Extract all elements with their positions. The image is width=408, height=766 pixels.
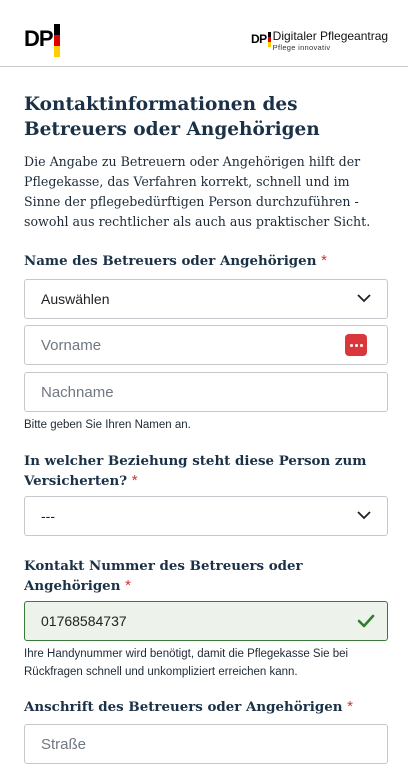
dp-logo[interactable]: DP — [24, 24, 60, 57]
required-mark: * — [321, 252, 327, 269]
chevron-down-icon — [357, 511, 371, 520]
section-intro: Kontaktinformationen des Betreuers oder … — [24, 92, 388, 232]
salutation-value: Auswählen — [41, 291, 110, 307]
name-label-text: Name des Betreuers oder Angehörigen — [24, 253, 317, 269]
salutation-select[interactable]: Auswählen — [24, 279, 388, 319]
address-label: Anschrift des Betreuers oder Angehörigen… — [24, 697, 388, 717]
password-manager-icon[interactable] — [345, 334, 367, 356]
relation-label: In welcher Beziehung steht diese Person … — [24, 451, 388, 491]
name-label: Name des Betreuers oder Angehörigen * — [24, 251, 388, 271]
lastname-placeholder: Nachname — [41, 383, 114, 401]
logo-text: DP — [24, 26, 54, 51]
relation-value: --- — [41, 508, 55, 524]
phone-label-text: Kontakt Nummer des Betreuers oder Angehö… — [24, 558, 303, 594]
relation-select[interactable]: --- — [24, 496, 388, 536]
required-mark: * — [347, 698, 353, 715]
brand-logo[interactable]: DP Digitaler Pflegeantrag Pflege innovat… — [251, 29, 389, 53]
required-mark: * — [125, 577, 131, 594]
brand-logo-text: DP — [251, 32, 267, 46]
german-flag-icon — [53, 24, 60, 57]
street-input[interactable]: Straße — [24, 724, 388, 764]
phone-label: Kontakt Nummer des Betreuers oder Angehö… — [24, 556, 388, 596]
phone-input[interactable]: 01768584737 — [24, 601, 388, 641]
app-header: DP DP Digitaler Pflegeantrag Pflege inno… — [0, 0, 408, 67]
phone-value: 01768584737 — [41, 613, 127, 629]
german-flag-small-icon — [267, 32, 271, 47]
lastname-input[interactable]: Nachname — [24, 372, 388, 412]
brand-title: Digitaler Pflegeantrag — [272, 29, 389, 43]
page-title: Kontaktinformationen des Betreuers oder … — [24, 94, 320, 140]
check-icon — [357, 614, 375, 628]
relation-label-text: In welcher Beziehung steht diese Person … — [24, 453, 367, 489]
intro-text: Die Angabe zu Betreuern oder Angehörigen… — [24, 154, 371, 229]
firstname-input[interactable]: Vorname — [24, 325, 388, 365]
brand-subtitle: Pflege innovativ — [272, 43, 331, 52]
chevron-down-icon — [357, 294, 371, 303]
firstname-placeholder: Vorname — [41, 336, 102, 354]
street-placeholder: Straße — [41, 735, 87, 753]
address-label-text: Anschrift des Betreuers oder Angehörigen — [24, 699, 343, 715]
required-mark: * — [131, 472, 138, 489]
name-hint: Bitte geben Sie Ihren Namen an. — [24, 419, 191, 431]
phone-hint: Ihre Handynummer wird benötigt, damit di… — [24, 648, 349, 678]
